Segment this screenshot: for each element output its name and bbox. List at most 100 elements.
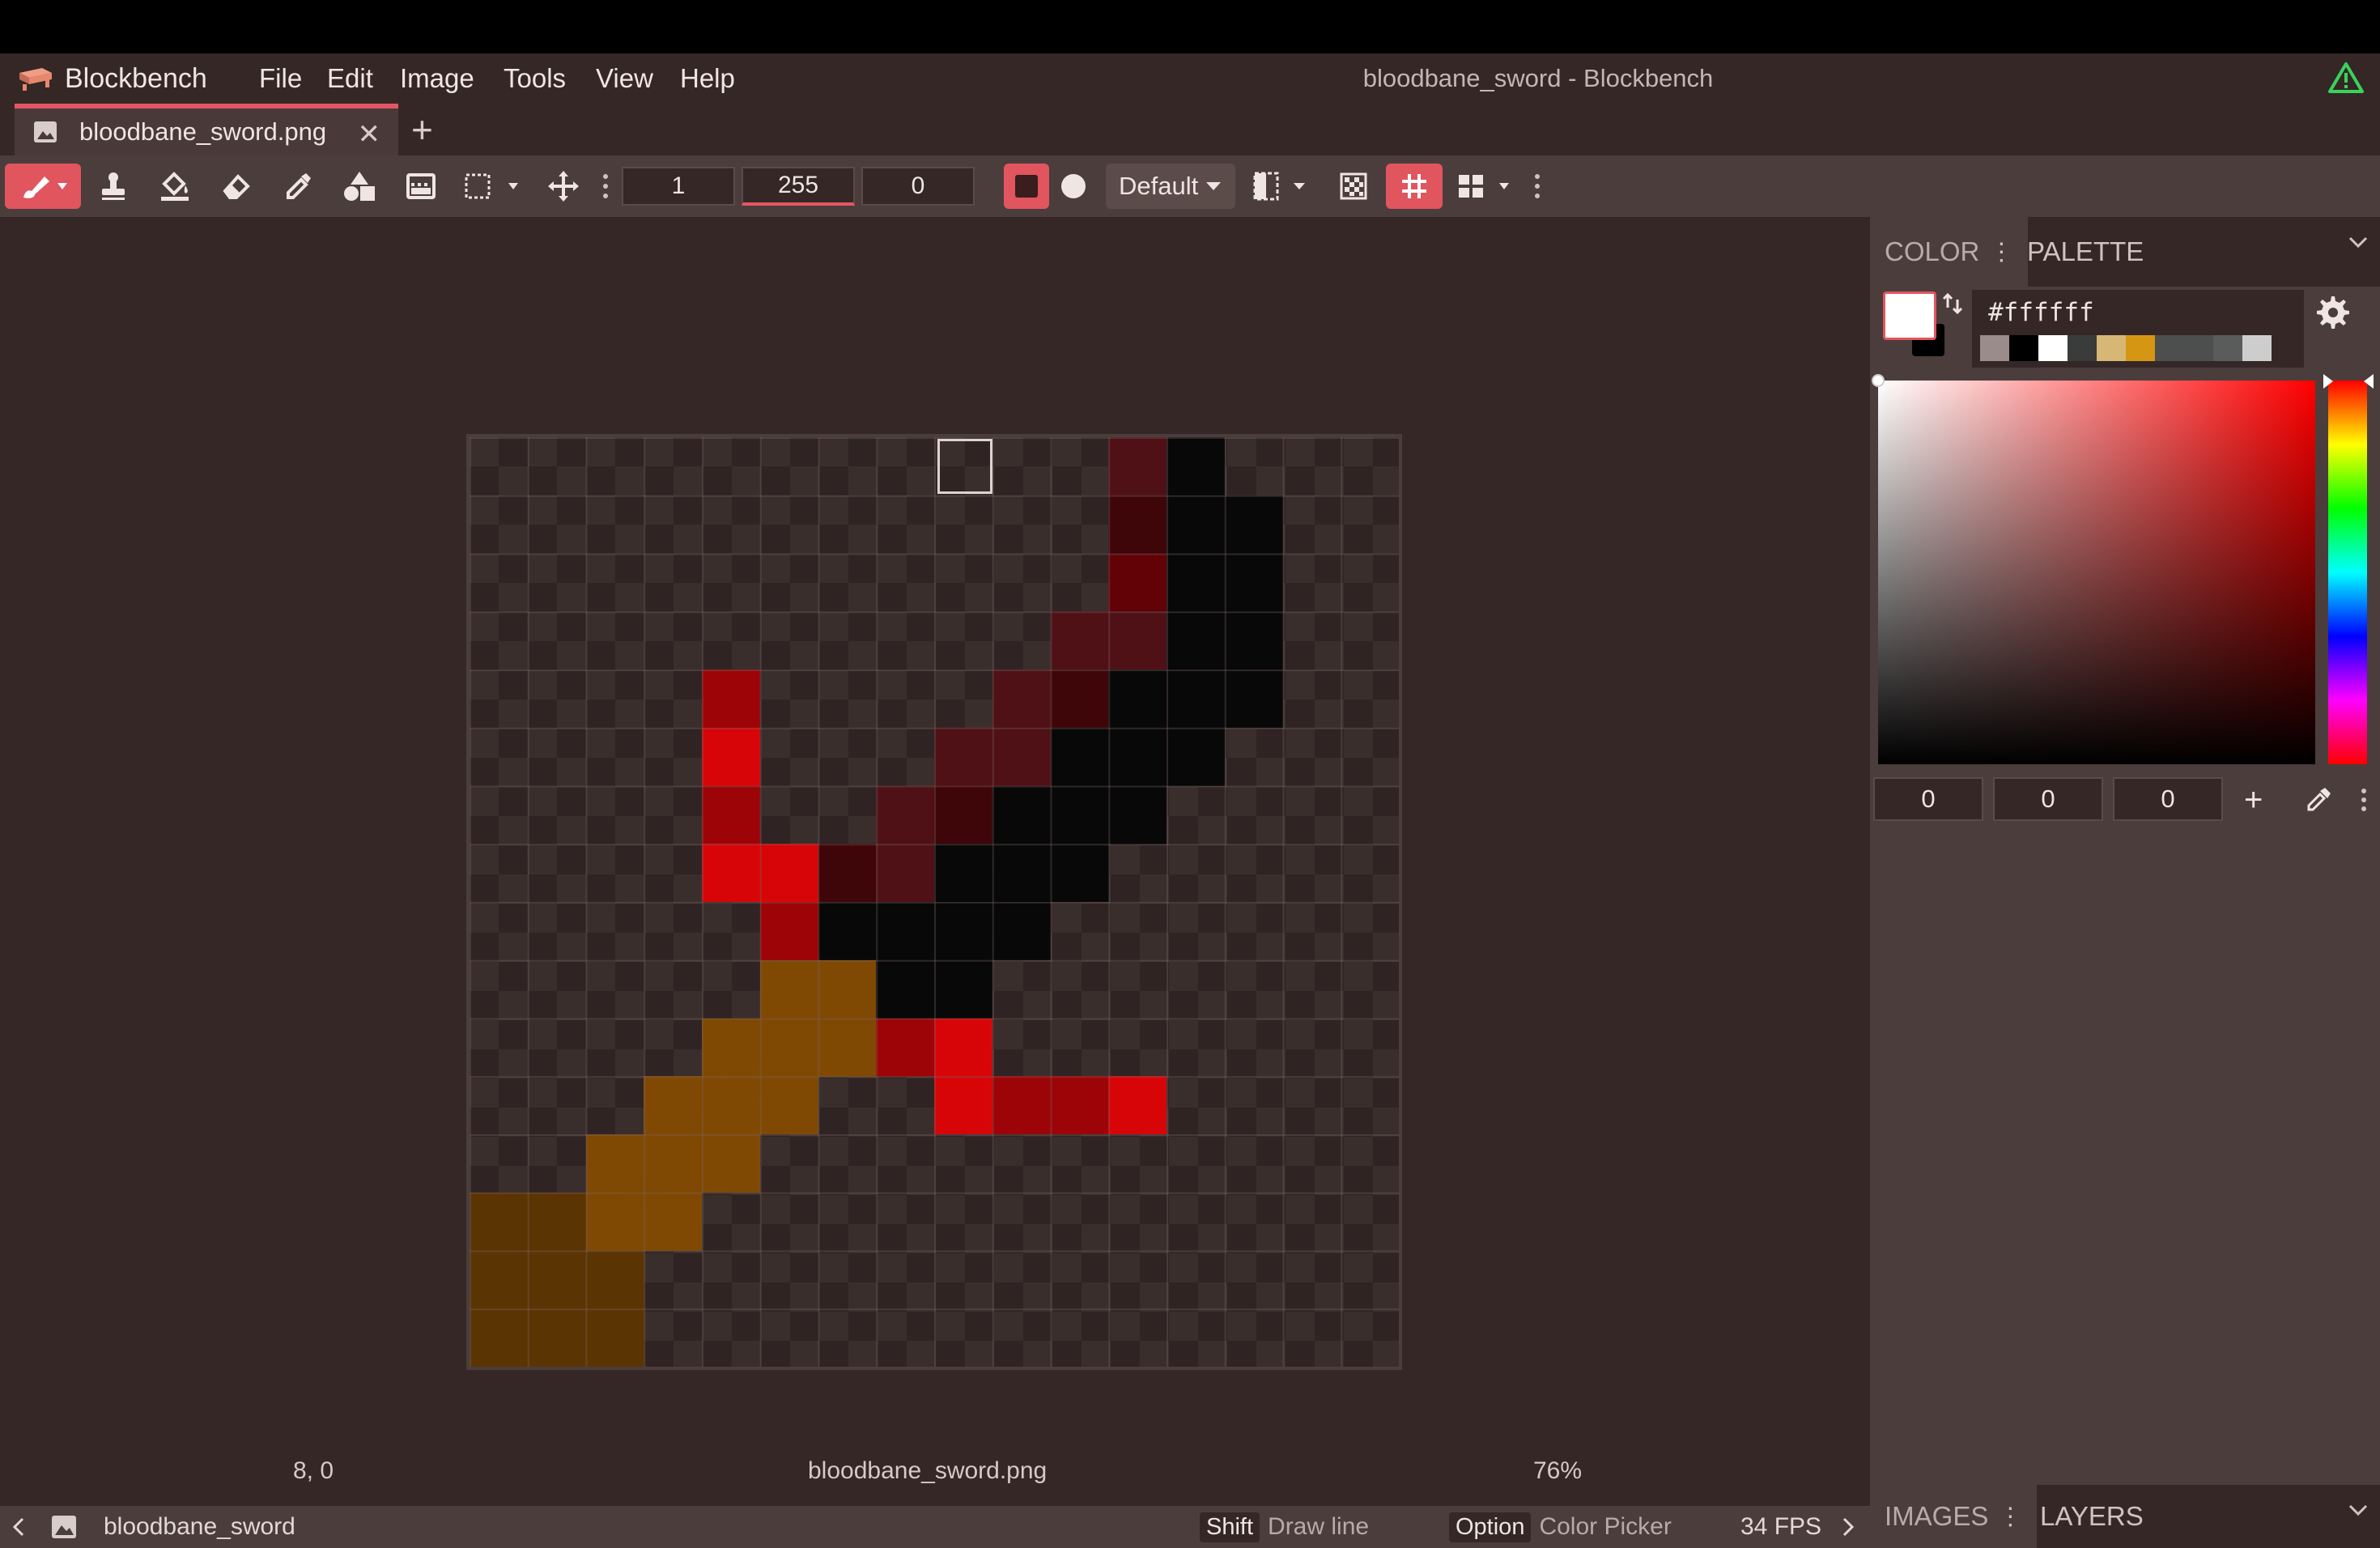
pixel[interactable] [1108,785,1167,844]
pixel[interactable] [818,902,877,960]
pixel[interactable] [644,1076,703,1135]
pixel[interactable] [1108,611,1167,670]
selection-tool-button[interactable] [458,164,526,209]
brush-tool-button[interactable] [5,164,81,209]
pixel[interactable] [1224,553,1283,612]
history-swatch[interactable] [2038,335,2068,361]
history-swatch[interactable] [2126,335,2155,361]
gear-icon[interactable] [2315,295,2351,334]
pixel[interactable] [1108,670,1167,728]
add-to-palette-button[interactable]: + [2244,784,2263,816]
pixel[interactable] [759,1076,818,1135]
images-menu-icon[interactable]: ⋮ [1998,1503,2022,1531]
project-name[interactable]: bloodbane_sword [104,1506,295,1548]
pixel[interactable] [1050,670,1109,728]
menu-image[interactable]: Image [400,60,474,97]
pixel[interactable] [1108,553,1167,612]
pixel[interactable] [934,1018,992,1077]
more-options-icon[interactable] [593,164,618,209]
pixel-layer[interactable] [470,437,1399,1367]
red-value-field[interactable]: 0 [1873,777,1983,821]
pixel[interactable] [1108,1076,1167,1135]
pixel[interactable] [818,959,877,1019]
pixel[interactable] [1167,495,1225,554]
tab-palette[interactable]: PALETTE [2027,217,2144,287]
pixel[interactable] [934,959,992,1019]
pixel[interactable] [759,1018,818,1077]
pixel[interactable] [1050,1076,1109,1135]
pixel[interactable] [818,844,877,903]
pixel-grid-toggle[interactable] [1331,164,1376,209]
pixel[interactable] [585,1308,644,1367]
brush-shape-square-button[interactable] [1004,164,1049,209]
menu-view[interactable]: View [596,60,653,97]
pixel[interactable] [992,670,1051,728]
opacity-field[interactable]: 255 [742,167,855,206]
pixel[interactable] [992,902,1051,960]
pixel[interactable] [644,1134,703,1193]
pixel[interactable] [1050,785,1109,844]
menu-file[interactable]: File [259,60,302,97]
blue-value-field[interactable]: 0 [2113,777,2223,821]
pixel[interactable] [876,902,935,960]
pixel[interactable] [1167,437,1225,495]
pixel[interactable] [934,785,992,844]
pixel[interactable] [1167,553,1225,612]
pixel[interactable] [527,1192,586,1251]
pixel[interactable] [702,785,760,844]
grid-toggle-button[interactable] [1386,164,1443,209]
history-swatch[interactable] [2184,335,2213,361]
tab-bloodbane-sword[interactable]: bloodbane_sword.png ✕ [15,104,398,155]
pixel[interactable] [759,902,818,960]
pixel[interactable] [585,1134,644,1193]
pixel[interactable] [876,785,935,844]
pixel[interactable] [992,844,1051,903]
pixel[interactable] [702,727,760,786]
tab-layers[interactable]: LAYERS [2040,1485,2144,1548]
pixel[interactable] [702,670,760,728]
gradient-tool-button[interactable] [398,164,444,209]
close-icon[interactable]: ✕ [358,118,381,151]
pixel[interactable] [818,1018,877,1077]
pixel[interactable] [1108,495,1167,554]
hue-slider[interactable] [2328,381,2367,764]
pixel[interactable] [470,1250,528,1309]
pixel[interactable] [992,727,1051,786]
pixel[interactable] [644,1192,703,1251]
pixel[interactable] [1108,727,1167,786]
pixel[interactable] [934,1076,992,1135]
pixel[interactable] [470,1308,528,1367]
pixel[interactable] [876,844,935,903]
pixel[interactable] [585,1192,644,1251]
pixel[interactable] [1224,611,1283,670]
history-swatch[interactable] [2068,335,2097,361]
fill-tool-button[interactable] [152,164,198,209]
pixel[interactable] [876,1018,935,1077]
pixel[interactable] [876,959,935,1019]
pixel[interactable] [1224,495,1283,554]
new-tab-button[interactable]: + [411,107,433,152]
pixel[interactable] [1167,727,1225,786]
brush-shape-circle-button[interactable] [1051,164,1096,209]
pixel[interactable] [470,1192,528,1251]
pixel[interactable] [702,1076,760,1135]
move-tool-button[interactable] [541,164,586,209]
softness-field[interactable]: 0 [861,167,975,206]
texture-canvas[interactable] [466,434,1402,1370]
history-swatch[interactable] [2213,335,2242,361]
pixel[interactable] [585,1250,644,1309]
menu-help[interactable]: Help [680,60,735,97]
pixel[interactable] [759,844,818,903]
chevron-left-icon[interactable] [11,1506,26,1548]
pixel[interactable] [1050,611,1109,670]
brush-size-field[interactable]: 1 [622,167,735,206]
green-value-field[interactable]: 0 [1993,777,2103,821]
history-swatch[interactable] [2009,335,2038,361]
swap-colors-icon[interactable] [1941,291,1966,320]
pixel[interactable] [1167,611,1225,670]
pixel[interactable] [934,844,992,903]
blend-mode-dropdown[interactable]: Default [1106,164,1236,209]
stamp-tool-button[interactable] [91,164,136,209]
pixel[interactable] [1224,670,1283,728]
pixel[interactable] [702,844,760,903]
